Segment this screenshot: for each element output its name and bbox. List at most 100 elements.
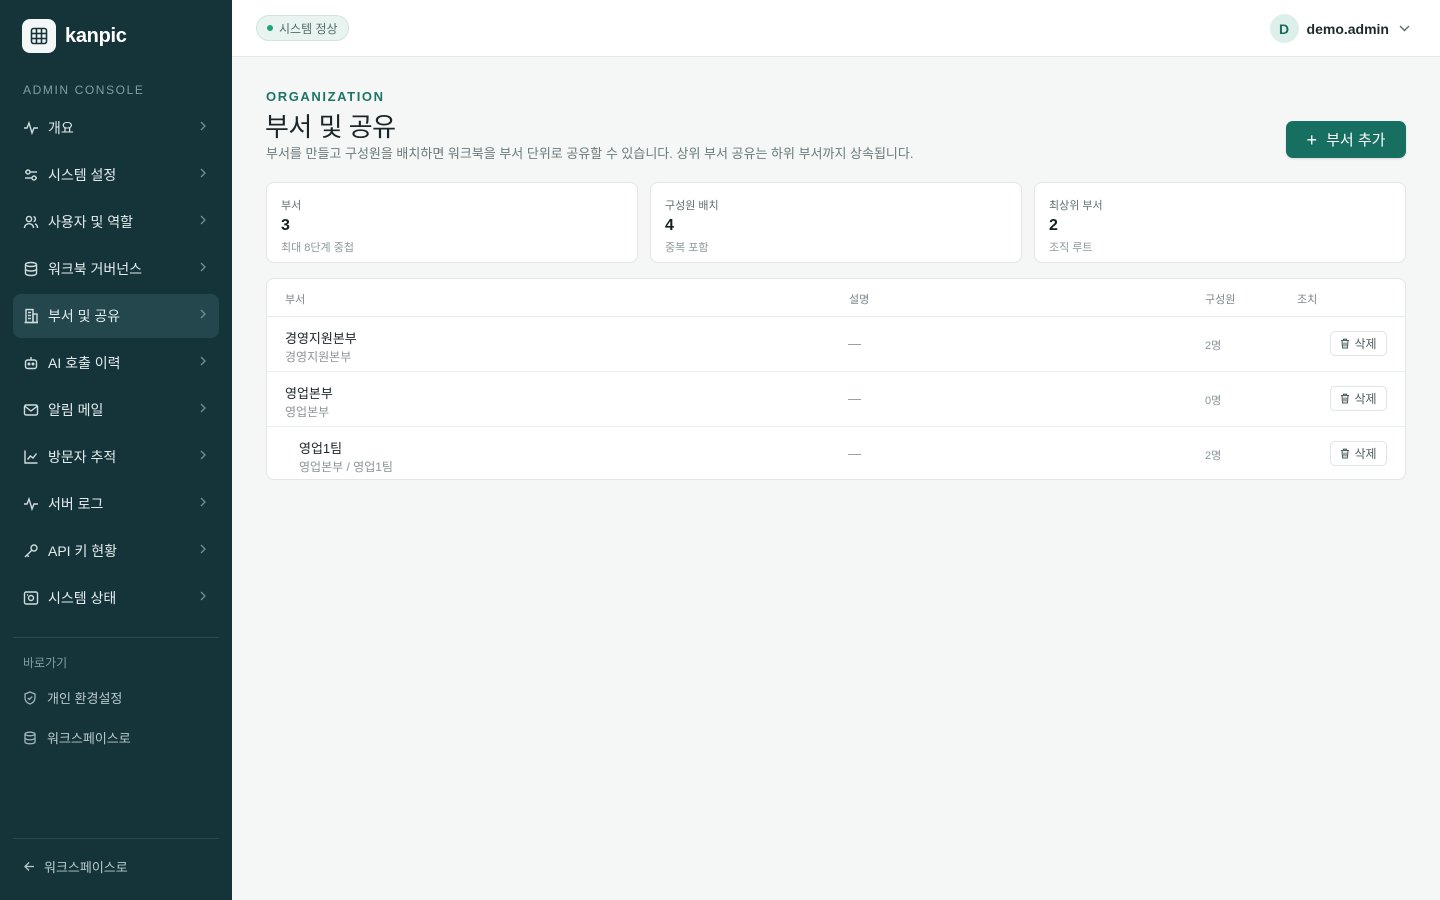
member-count: 2명 — [1205, 450, 1222, 462]
column-header-description: 설명 — [849, 294, 870, 306]
user-name: demo.admin — [1306, 20, 1389, 37]
department-cell: 경영지원본부 경영지원본부 — [285, 328, 357, 365]
activity-icon — [23, 120, 39, 136]
department-path: 영업본부 — [285, 405, 330, 419]
department-name: 경영지원본부 — [285, 331, 357, 346]
delete-label: 삭제 — [1354, 447, 1377, 461]
page-description: 부서를 만들고 구성원을 배치하면 워크북을 부서 단위로 공유할 수 있습니다… — [266, 146, 914, 161]
page-title: 부서 및 공유 — [265, 112, 396, 142]
stat-label: 구성원 배치 — [665, 200, 719, 212]
building-icon — [23, 308, 39, 324]
sidebar-item-departments-sharing[interactable]: 부서 및 공유 — [13, 294, 219, 338]
sidebar-item-ai-history[interactable]: AI 호출 이력 — [13, 341, 219, 385]
stat-value: 2 — [1049, 217, 1058, 234]
users-icon — [23, 214, 39, 230]
department-path: 경영지원본부 — [285, 350, 352, 364]
arrow-left-icon — [23, 860, 36, 873]
table-row[interactable]: 영업본부 영업본부 — 0명 삭제 — [267, 372, 1405, 427]
department-cell: 영업본부 영업본부 — [285, 383, 333, 420]
stat-card-member-assignments: 구성원 배치 4 중복 포함 — [650, 182, 1022, 263]
chevron-right-icon — [199, 308, 207, 322]
chevron-right-icon — [199, 261, 207, 275]
member-count: 2명 — [1205, 340, 1222, 352]
sidebar-item-label: 개요 — [48, 120, 74, 136]
add-department-button[interactable]: + 부서 추가 — [1286, 121, 1406, 158]
sidebar-item-label: 방문자 추적 — [48, 449, 117, 465]
table-row[interactable]: 영업1팀 영업본부 / 영업1팀 — 2명 삭제 — [267, 427, 1405, 479]
stats-row: 부서 3 최대 8단계 중첩 구성원 배치 4 중복 포함 최상위 부서 2 조… — [266, 182, 1406, 263]
delete-label: 삭제 — [1354, 337, 1377, 351]
chevron-right-icon — [199, 590, 207, 604]
quick-link-preferences[interactable]: 개인 환경설정 — [23, 688, 122, 707]
chevron-right-icon — [199, 214, 207, 228]
sidebar-item-server-logs[interactable]: 서버 로그 — [13, 482, 219, 526]
trash-icon — [1340, 338, 1350, 349]
sidebar-item-label: 서버 로그 — [48, 496, 104, 512]
sidebar-item-notification-mail[interactable]: 알림 메일 — [13, 388, 219, 432]
delete-button[interactable]: 삭제 — [1330, 386, 1387, 411]
delete-button[interactable]: 삭제 — [1330, 441, 1387, 466]
stat-value: 3 — [281, 217, 290, 234]
user-menu[interactable]: D demo.admin — [1269, 14, 1410, 43]
sidebar-divider — [13, 838, 219, 839]
back-link-label: 워크스페이스로 — [44, 860, 128, 875]
add-department-label: 부서 추가 — [1326, 132, 1386, 149]
quick-link-workspace[interactable]: 워크스페이스로 — [23, 728, 131, 747]
monitor-icon — [23, 590, 39, 606]
sidebar-item-users-roles[interactable]: 사용자 및 역할 — [13, 200, 219, 244]
sidebar-item-overview[interactable]: 개요 — [13, 106, 219, 150]
department-description: — — [848, 336, 861, 351]
chevron-down-icon — [1399, 25, 1410, 32]
department-cell: 영업1팀 영업본부 / 영업1팀 — [299, 438, 393, 475]
status-dot — [267, 25, 273, 31]
delete-button[interactable]: 삭제 — [1330, 331, 1387, 356]
section-label: ADMIN CONSOLE — [23, 83, 145, 97]
back-to-workspace-link[interactable]: 워크스페이스로 — [23, 857, 128, 876]
topbar: 시스템 정상 D demo.admin — [232, 0, 1440, 57]
sidebar-item-system-status[interactable]: 시스템 상태 — [13, 576, 219, 620]
sidebar-nav: 개요 시스템 설정 사용자 및 역할 워크북 거버넌스 부서 및 공유 AI 호… — [13, 106, 219, 623]
database-icon — [23, 731, 37, 745]
sidebar-item-label: 알림 메일 — [48, 402, 104, 418]
sidebar-divider — [13, 637, 219, 638]
chevron-right-icon — [199, 543, 207, 557]
page-eyebrow: ORGANIZATION — [266, 89, 385, 104]
grid-icon — [22, 19, 56, 53]
department-description: — — [848, 391, 861, 406]
sidebar-item-visitor-tracking[interactable]: 방문자 추적 — [13, 435, 219, 479]
shield-icon — [23, 690, 37, 705]
bot-icon — [23, 355, 39, 371]
stat-card-top-level: 최상위 부서 2 조직 루트 — [1034, 182, 1406, 263]
chevron-right-icon — [199, 167, 207, 181]
department-name: 영업1팀 — [299, 441, 343, 456]
chevron-right-icon — [199, 355, 207, 369]
stat-subtext: 조직 루트 — [1049, 242, 1093, 254]
chevron-right-icon — [199, 120, 207, 134]
sidebar-item-label: AI 호출 이력 — [48, 355, 121, 371]
table-header: 부서 설명 구성원 조치 — [267, 279, 1405, 317]
column-header-action: 조치 — [1297, 294, 1318, 306]
trash-icon — [1340, 393, 1350, 404]
quick-link-label: 개인 환경설정 — [47, 691, 123, 706]
sidebar-item-system-settings[interactable]: 시스템 설정 — [13, 153, 219, 197]
chevron-right-icon — [199, 449, 207, 463]
column-header-members: 구성원 — [1205, 294, 1236, 306]
sidebar-item-label: 워크북 거버넌스 — [48, 261, 143, 277]
line-chart-icon — [23, 449, 39, 465]
sidebar-item-workbook-governance[interactable]: 워크북 거버넌스 — [13, 247, 219, 291]
status-text: 시스템 정상 — [279, 21, 338, 36]
stat-subtext: 최대 8단계 중첩 — [281, 242, 354, 254]
stat-label: 최상위 부서 — [1049, 200, 1103, 212]
brand[interactable]: kanpic — [22, 19, 127, 53]
stat-value: 4 — [665, 217, 674, 234]
table-row[interactable]: 경영지원본부 경영지원본부 — 2명 삭제 — [267, 317, 1405, 372]
sidebar-item-label: 시스템 상태 — [48, 590, 117, 606]
department-description: — — [848, 446, 861, 461]
sidebar-item-api-keys[interactable]: API 키 현황 — [13, 529, 219, 573]
department-path: 영업본부 / 영업1팀 — [299, 460, 393, 474]
database-icon — [23, 261, 39, 277]
brand-name: kanpic — [65, 24, 127, 47]
quick-links-label: 바로가기 — [23, 656, 68, 670]
system-status-badge: 시스템 정상 — [256, 15, 349, 41]
sidebar-item-label: 사용자 및 역할 — [48, 214, 134, 230]
